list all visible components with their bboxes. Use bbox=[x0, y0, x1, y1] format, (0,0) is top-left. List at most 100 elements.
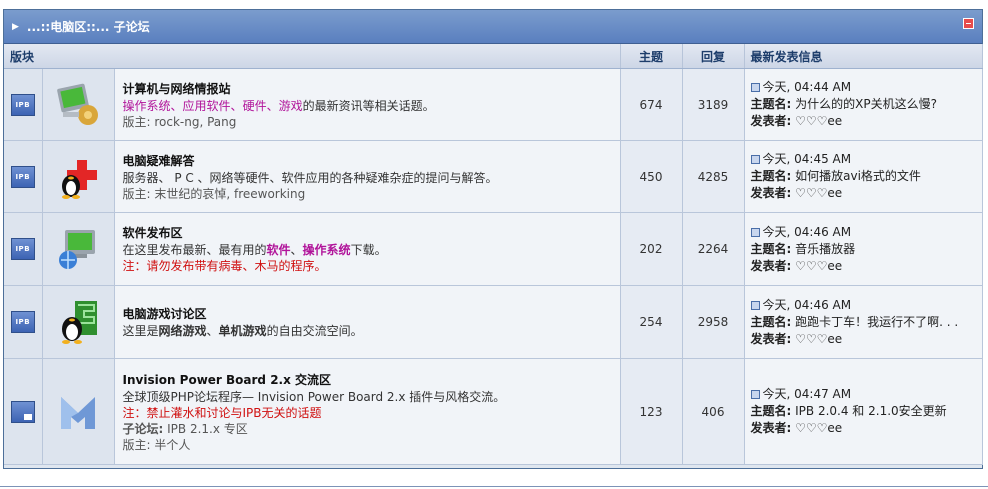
forum-topics-count: 123 bbox=[620, 358, 683, 465]
forum-info: Invision Power Board 2.x 交流区 全球顶级PHP论坛程序—… bbox=[114, 358, 621, 465]
forum-status-icon: IPB bbox=[10, 93, 35, 116]
description-fragment: 、 bbox=[230, 98, 243, 113]
forum-row: IPB 电脑疑难解答 服务器、 P C 、网络等硬件、软件应用的各种疑难杂症的提问与… bbox=[4, 140, 983, 213]
forum-notice: 注：请勿发布带有病毒、木马的程序。 bbox=[122, 259, 327, 273]
description-fragment: 的最新资讯等相关话题。 bbox=[302, 98, 435, 113]
description-fragment: 的自由交流空间。 bbox=[266, 324, 363, 338]
description-fragment: 、 bbox=[266, 98, 279, 113]
last-post-topic-link[interactable]: 为什么的的XP关机这么慢? bbox=[795, 97, 937, 111]
status-cell: IPB bbox=[4, 68, 43, 141]
forum-info: 计算机与网络情报站 操作系统、应用软件、硬件、游戏的最新资讯等相关话题。 版主: r… bbox=[114, 68, 621, 141]
last-post-author-line: 发表者: ♡♡♡ee bbox=[751, 331, 981, 348]
description-fragment: 、 bbox=[170, 98, 183, 113]
last-post-topic-link[interactable]: 如何播放avi格式的文件 bbox=[795, 169, 921, 183]
forum-topics-count: 254 bbox=[620, 285, 683, 359]
forum-row: IPB 软件发布区 在这里发布最新、最有用的软件、操作系统下载。 注：请勿发布带有病毒… bbox=[4, 212, 983, 286]
subforum-link[interactable]: IPB 2.1.x 专区 bbox=[167, 422, 248, 436]
last-post-icon[interactable] bbox=[750, 155, 760, 164]
col-topics: 主题 bbox=[620, 44, 683, 69]
last-post-icon[interactable] bbox=[750, 300, 760, 310]
last-post-topic-link[interactable]: 跑跑卡丁车！我运行不了啊. . . bbox=[795, 315, 958, 329]
description-fragment: 这里是 bbox=[122, 324, 159, 338]
description-fragment: 硬件 bbox=[242, 98, 267, 113]
category-title[interactable]: ...::电脑区::... 子论坛 bbox=[27, 18, 150, 35]
forum-icon-cell bbox=[42, 285, 115, 359]
last-post-author-link[interactable]: ♡♡♡ee bbox=[795, 332, 842, 346]
forum-title-link[interactable]: 电脑游戏讨论区 bbox=[123, 305, 619, 323]
forum-moderators[interactable]: 版主: 半个人 bbox=[123, 437, 619, 453]
last-post-info: 今天, 04:46 AM 主题名: 音乐播放器 发表者: ♡♡♡ee bbox=[744, 212, 983, 286]
forum-description: 服务器、 P C 、网络等硬件、软件应用的各种疑难杂症的提问与解答。 bbox=[123, 170, 619, 186]
last-post-topic-line: 主题名: 音乐播放器 bbox=[751, 241, 981, 258]
description-fragment: 操作系统 bbox=[302, 243, 351, 257]
author-label: 发表者: bbox=[750, 258, 792, 273]
status-cell: IPB bbox=[4, 140, 43, 213]
forum-icon-cell bbox=[42, 212, 115, 286]
forum-row: IPB Invision Power Board 2.x 交流区全球顶级PHP论坛… bbox=[4, 358, 983, 465]
last-post-icon[interactable] bbox=[750, 390, 760, 399]
description-fragment: 操作系统 bbox=[122, 98, 171, 113]
last-post-time: 今天, 04:46 AM bbox=[762, 224, 852, 239]
status-cell: IPB bbox=[4, 358, 43, 465]
last-post-info: 今天, 04:45 AM 主题名: 如何播放avi格式的文件 发表者: ♡♡♡ee bbox=[744, 140, 983, 213]
forum-description: 这里是网络游戏、单机游戏的自由交流空间。 bbox=[123, 323, 619, 339]
last-post-author-link[interactable]: ♡♡♡ee bbox=[795, 114, 842, 128]
last-post-topic-line: 主题名: IPB 2.0.4 和 2.1.0安全更新 bbox=[751, 403, 981, 420]
computer-network-icon bbox=[44, 82, 113, 128]
forum-replies-count: 2264 bbox=[682, 212, 745, 286]
last-post-topic-link[interactable]: 音乐播放器 bbox=[795, 242, 855, 256]
forum-moderators[interactable]: 版主: rock-ng, Pang bbox=[123, 114, 619, 130]
last-post-author-link[interactable]: ♡♡♡ee bbox=[795, 421, 842, 435]
description-fragment: 下载。 bbox=[350, 243, 387, 257]
invision-logo-icon bbox=[44, 389, 113, 435]
subforum-label: 子论坛: bbox=[122, 421, 164, 436]
description-fragment: 单机游戏 bbox=[218, 324, 267, 338]
last-post-author-link[interactable]: ♡♡♡ee bbox=[795, 259, 842, 273]
topic-label: 主题名: bbox=[750, 314, 792, 329]
last-post-topic-line: 主题名: 为什么的的XP关机这么慢? bbox=[751, 96, 981, 113]
forum-title-link[interactable]: 电脑疑难解答 bbox=[123, 152, 619, 170]
penguin-cross-icon bbox=[44, 154, 113, 200]
last-post-icon[interactable] bbox=[750, 227, 760, 237]
column-header-row: 版块 主题 回复 最新发表信息 bbox=[4, 44, 983, 69]
collapse-icon[interactable] bbox=[963, 18, 974, 29]
forum-category-table: ▶ ...::电脑区::... 子论坛 版块 主题 回复 最新发表信息 IPB 计… bbox=[3, 9, 983, 469]
last-post-author-line: 发表者: ♡♡♡ee bbox=[751, 113, 981, 130]
last-post-time: 今天, 04:46 AM bbox=[762, 297, 852, 312]
status-cell: IPB bbox=[4, 285, 43, 359]
forum-row: IPB 电脑游戏讨论区 这里是网络游戏、单机游戏的自由交流空间。 254 2958 今天,… bbox=[4, 285, 983, 359]
forum-description: 操作系统、应用软件、硬件、游戏的最新资讯等相关话题。 bbox=[123, 98, 619, 114]
last-post-info: 今天, 04:47 AM 主题名: IPB 2.0.4 和 2.1.0安全更新 发表… bbox=[744, 358, 983, 465]
last-post-author-link[interactable]: ♡♡♡ee bbox=[795, 186, 842, 200]
last-post-author-line: 发表者: ♡♡♡ee bbox=[751, 258, 981, 275]
last-post-time: 今天, 04:47 AM bbox=[762, 387, 852, 401]
last-post-author-line: 发表者: ♡♡♡ee bbox=[751, 185, 981, 202]
forum-status-icon: IPB bbox=[10, 165, 35, 188]
description-fragment: 软件 bbox=[266, 243, 291, 257]
forum-status-icon: IPB bbox=[10, 400, 35, 423]
description-fragment: 、 bbox=[206, 324, 219, 338]
forum-topics-count: 450 bbox=[620, 140, 683, 213]
last-post-time-line: 今天, 04:45 AM bbox=[750, 151, 981, 168]
forum-topics-count: 674 bbox=[620, 68, 683, 141]
footer-divider bbox=[0, 486, 988, 487]
last-post-author-line: 发表者: ♡♡♡ee bbox=[751, 420, 981, 437]
forum-title-link[interactable]: 软件发布区 bbox=[123, 224, 619, 242]
last-post-time-line: 今天, 04:47 AM bbox=[750, 386, 981, 403]
forum-title-link[interactable]: 计算机与网络情报站 bbox=[123, 80, 619, 98]
last-post-icon[interactable] bbox=[750, 83, 760, 92]
description-fragment: 游戏 bbox=[278, 98, 303, 113]
description-fragment: 在这里发布最新、最有用的 bbox=[122, 243, 267, 257]
forum-status-icon: IPB bbox=[10, 311, 35, 333]
description-fragment: 服务器、 P C 、网络等硬件、软件应用的各种疑难杂症的提问与解答。 bbox=[122, 170, 498, 185]
forum-title-link[interactable]: Invision Power Board 2.x 交流区 bbox=[123, 371, 619, 389]
last-post-topic-link[interactable]: IPB 2.0.4 和 2.1.0安全更新 bbox=[795, 404, 947, 418]
last-post-topic-line: 主题名: 如何播放avi格式的文件 bbox=[751, 168, 981, 185]
last-post-time-line: 今天, 04:46 AM bbox=[750, 224, 981, 241]
last-post-topic-line: 主题名: 跑跑卡丁车！我运行不了啊. . . bbox=[751, 314, 981, 331]
last-post-time: 今天, 04:45 AM bbox=[762, 152, 852, 166]
description-fragment: 全球顶级PHP论坛程序— Invision Power Board 2.x 插件… bbox=[122, 389, 506, 404]
topic-label: 主题名: bbox=[750, 241, 792, 256]
description-fragment: 、 bbox=[290, 243, 303, 257]
forum-moderators[interactable]: 版主: 末世纪的哀悼, freeworking bbox=[123, 186, 619, 202]
